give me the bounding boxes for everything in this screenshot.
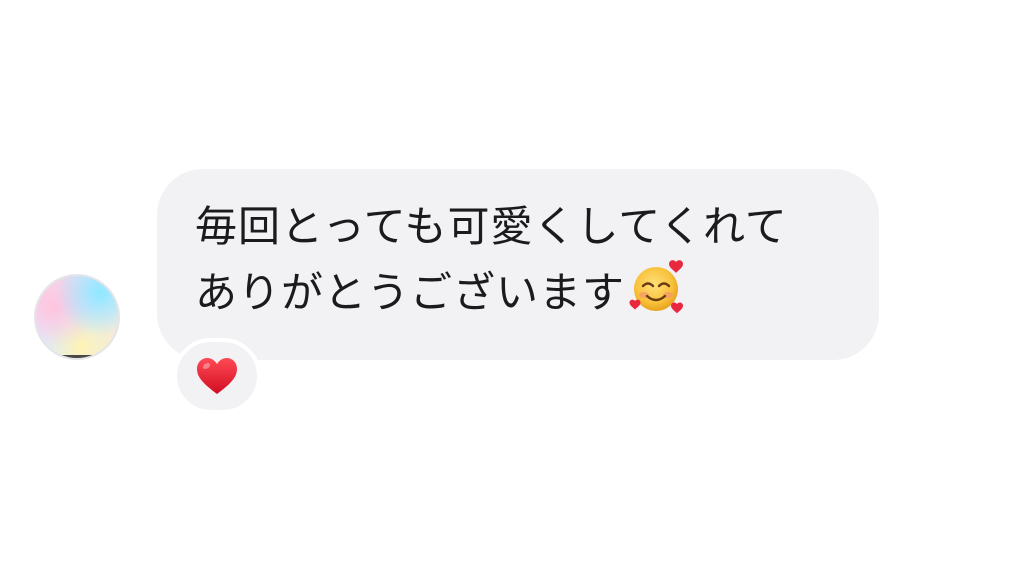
avatar-story-ring (54, 355, 102, 358)
message-line-2-text: ありがとうございます (195, 268, 626, 317)
smiling-face-with-hearts-icon (629, 259, 684, 314)
message-reaction[interactable] (173, 338, 261, 414)
message-text: 毎回とっても可愛くしてくれて ありがとうございます (195, 195, 839, 325)
message-bubble[interactable]: 毎回とっても可愛くしてくれて ありがとうございます (157, 169, 879, 360)
message-line-2: ありがとうございます (195, 259, 839, 325)
chat-thread: 毎回とっても可愛くしてくれて ありがとうございます (0, 0, 1024, 576)
red-heart-icon (195, 356, 239, 396)
message-line-1: 毎回とっても可愛くしてくれて (195, 202, 788, 251)
avatar[interactable] (34, 274, 120, 360)
